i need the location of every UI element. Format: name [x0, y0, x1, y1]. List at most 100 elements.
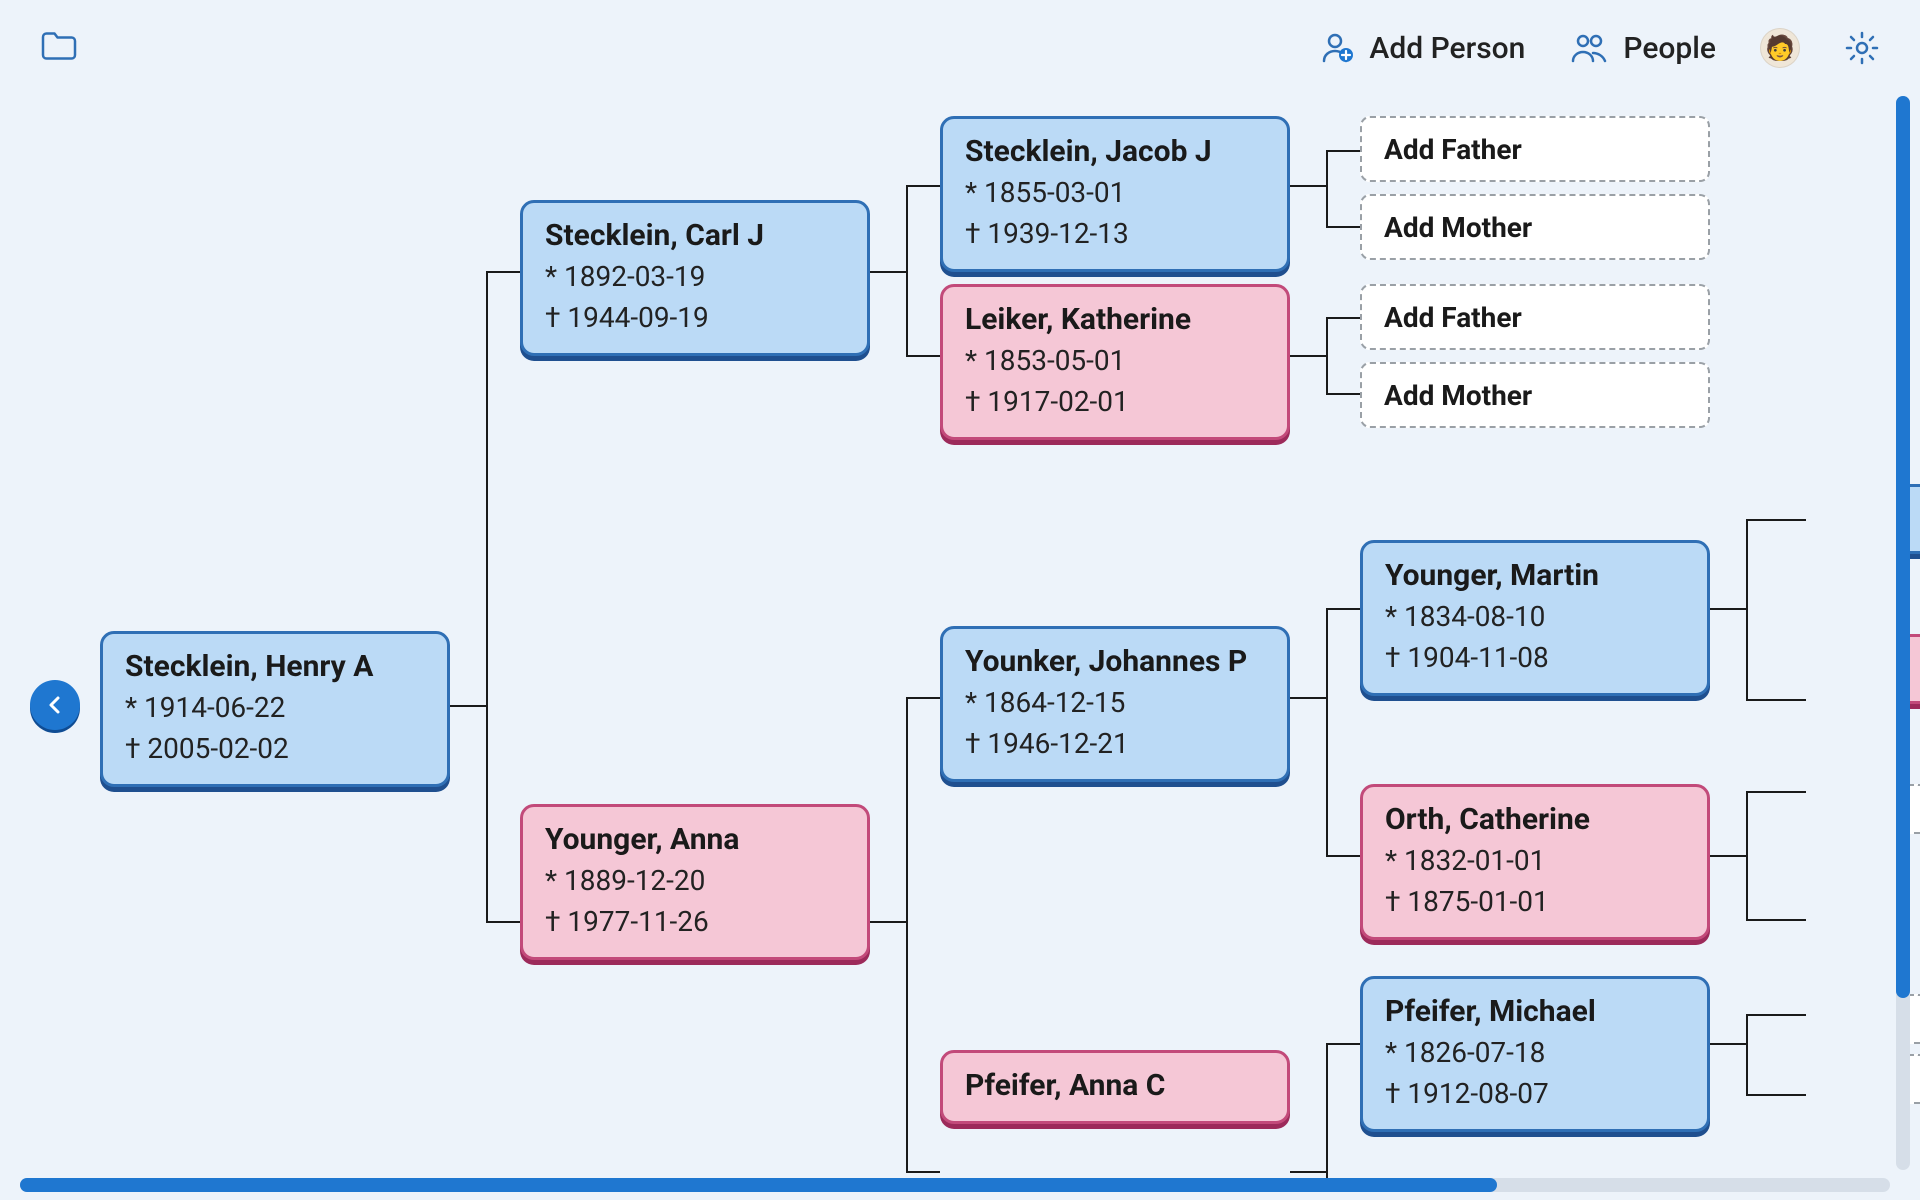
person-death: † 1917-02-01 [965, 382, 1265, 421]
person-name: Younker, Johannes P [965, 643, 1265, 681]
connector [1746, 919, 1806, 921]
person-card-mgf-mother[interactable]: Orth, Catherine * 1832-01-01 † 1875-01-0… [1360, 784, 1710, 940]
add-person-label: Add Person [1369, 31, 1525, 66]
add-father-button[interactable]: Add Father [1360, 116, 1710, 182]
connector [1746, 1014, 1748, 1094]
person-birth: * 1826-07-18 [1385, 1033, 1685, 1072]
connector [1326, 150, 1360, 152]
person-birth: * 1855-03-01 [965, 173, 1265, 212]
horizontal-scrollbar[interactable] [20, 1178, 1890, 1192]
people-label: People [1623, 31, 1716, 66]
connector [1326, 226, 1360, 228]
connector [1326, 608, 1360, 610]
connector [1710, 608, 1746, 610]
person-name: Pfeifer, Michael [1385, 993, 1685, 1031]
person-name: Stecklein, Henry A [125, 648, 425, 686]
connector [906, 185, 940, 187]
person-birth: * 1853-05-01 [965, 341, 1265, 380]
connector [1746, 1014, 1806, 1016]
connector [1746, 1094, 1806, 1096]
connector [1326, 1043, 1360, 1045]
connector [450, 705, 486, 707]
connector [486, 271, 488, 921]
connector [1326, 393, 1360, 395]
person-name: Younger, Anna [545, 821, 845, 859]
person-birth: * 1834-08-10 [1385, 597, 1685, 636]
person-add-icon [1319, 30, 1355, 66]
gear-icon[interactable] [1844, 30, 1880, 66]
person-death: † 1977-11-26 [545, 902, 845, 941]
connector [1326, 1043, 1328, 1178]
person-death: † 1875-01-01 [1385, 882, 1685, 921]
person-card-mgm-father[interactable]: Pfeifer, Michael * 1826-07-18 † 1912-08-… [1360, 976, 1710, 1132]
horizontal-scrollbar-thumb[interactable] [20, 1178, 1497, 1192]
person-death: † 1946-12-21 [965, 724, 1265, 763]
chevron-left-icon [45, 695, 65, 715]
person-card-father[interactable]: Stecklein, Carl J * 1892-03-19 † 1944-09… [520, 200, 870, 356]
add-mother-label: Add Mother [1384, 211, 1532, 244]
person-death: † 1912-08-07 [1385, 1074, 1685, 1113]
add-person-button[interactable]: Add Person [1319, 30, 1525, 66]
connector [906, 355, 940, 357]
connector [1290, 185, 1326, 187]
person-card-pgm[interactable]: Leiker, Katherine * 1853-05-01 † 1917-02… [940, 284, 1290, 440]
person-death: † 1939-12-13 [965, 214, 1265, 253]
connector [906, 697, 940, 699]
add-mother-label: Add Mother [1384, 379, 1532, 412]
connector [1326, 855, 1360, 857]
connector [1746, 519, 1806, 521]
people-icon [1569, 31, 1609, 65]
add-father-label: Add Father [1384, 301, 1522, 334]
person-name: Orth, Catherine [1385, 801, 1685, 839]
people-button[interactable]: People [1569, 31, 1716, 66]
person-card-root[interactable]: Stecklein, Henry A * 1914-06-22 † 2005-0… [100, 631, 450, 787]
connector [1710, 855, 1746, 857]
tree-canvas[interactable]: Stecklein, Henry A * 1914-06-22 † 2005-0… [0, 96, 1920, 1178]
connector [1710, 1043, 1746, 1045]
vertical-scrollbar-thumb[interactable] [1896, 96, 1910, 998]
connector [1290, 1171, 1326, 1173]
connector [906, 1171, 940, 1173]
person-birth: * 1864-12-15 [965, 683, 1265, 722]
person-birth: * 1892-03-19 [545, 257, 845, 296]
connector [870, 921, 906, 923]
person-card-pgf[interactable]: Stecklein, Jacob J * 1855-03-01 † 1939-1… [940, 116, 1290, 272]
person-name: Younger, Martin [1385, 557, 1685, 595]
vertical-scrollbar[interactable] [1896, 96, 1910, 1170]
connector [1746, 791, 1748, 919]
person-card-mgm[interactable]: Pfeifer, Anna C [940, 1050, 1290, 1124]
connector [870, 271, 906, 273]
add-mother-button[interactable]: Add Mother [1360, 194, 1710, 260]
connector [1290, 697, 1326, 699]
add-father-label: Add Father [1384, 133, 1522, 166]
person-death: † 2005-02-02 [125, 729, 425, 768]
person-name: Leiker, Katherine [965, 301, 1265, 339]
person-death: † 1944-09-19 [545, 298, 845, 337]
avatar[interactable]: 🧑 [1760, 28, 1800, 68]
connector [1326, 317, 1328, 393]
connector [1326, 150, 1328, 226]
person-death: † 1904-11-08 [1385, 638, 1685, 677]
person-card-mgf[interactable]: Younker, Johannes P * 1864-12-15 † 1946-… [940, 626, 1290, 782]
person-card-mgf-father[interactable]: Younger, Martin * 1834-08-10 † 1904-11-0… [1360, 540, 1710, 696]
connector [1746, 791, 1806, 793]
person-name: Stecklein, Jacob J [965, 133, 1265, 171]
connector [1326, 317, 1360, 319]
person-card-mother[interactable]: Younger, Anna * 1889-12-20 † 1977-11-26 [520, 804, 870, 960]
folder-icon[interactable] [40, 29, 78, 63]
back-button[interactable] [30, 680, 80, 730]
add-father-button[interactable]: Add Father [1360, 284, 1710, 350]
topbar: Add Person People 🧑 [0, 0, 1920, 96]
connector [1746, 519, 1748, 699]
connector [1290, 355, 1326, 357]
connector [906, 185, 908, 355]
person-name: Stecklein, Carl J [545, 217, 845, 255]
connector [1746, 699, 1806, 701]
connector [486, 271, 520, 273]
connector [486, 921, 520, 923]
connector [1326, 608, 1328, 855]
person-name: Pfeifer, Anna C [965, 1067, 1265, 1105]
person-birth: * 1889-12-20 [545, 861, 845, 900]
connector [906, 697, 908, 1171]
add-mother-button[interactable]: Add Mother [1360, 362, 1710, 428]
